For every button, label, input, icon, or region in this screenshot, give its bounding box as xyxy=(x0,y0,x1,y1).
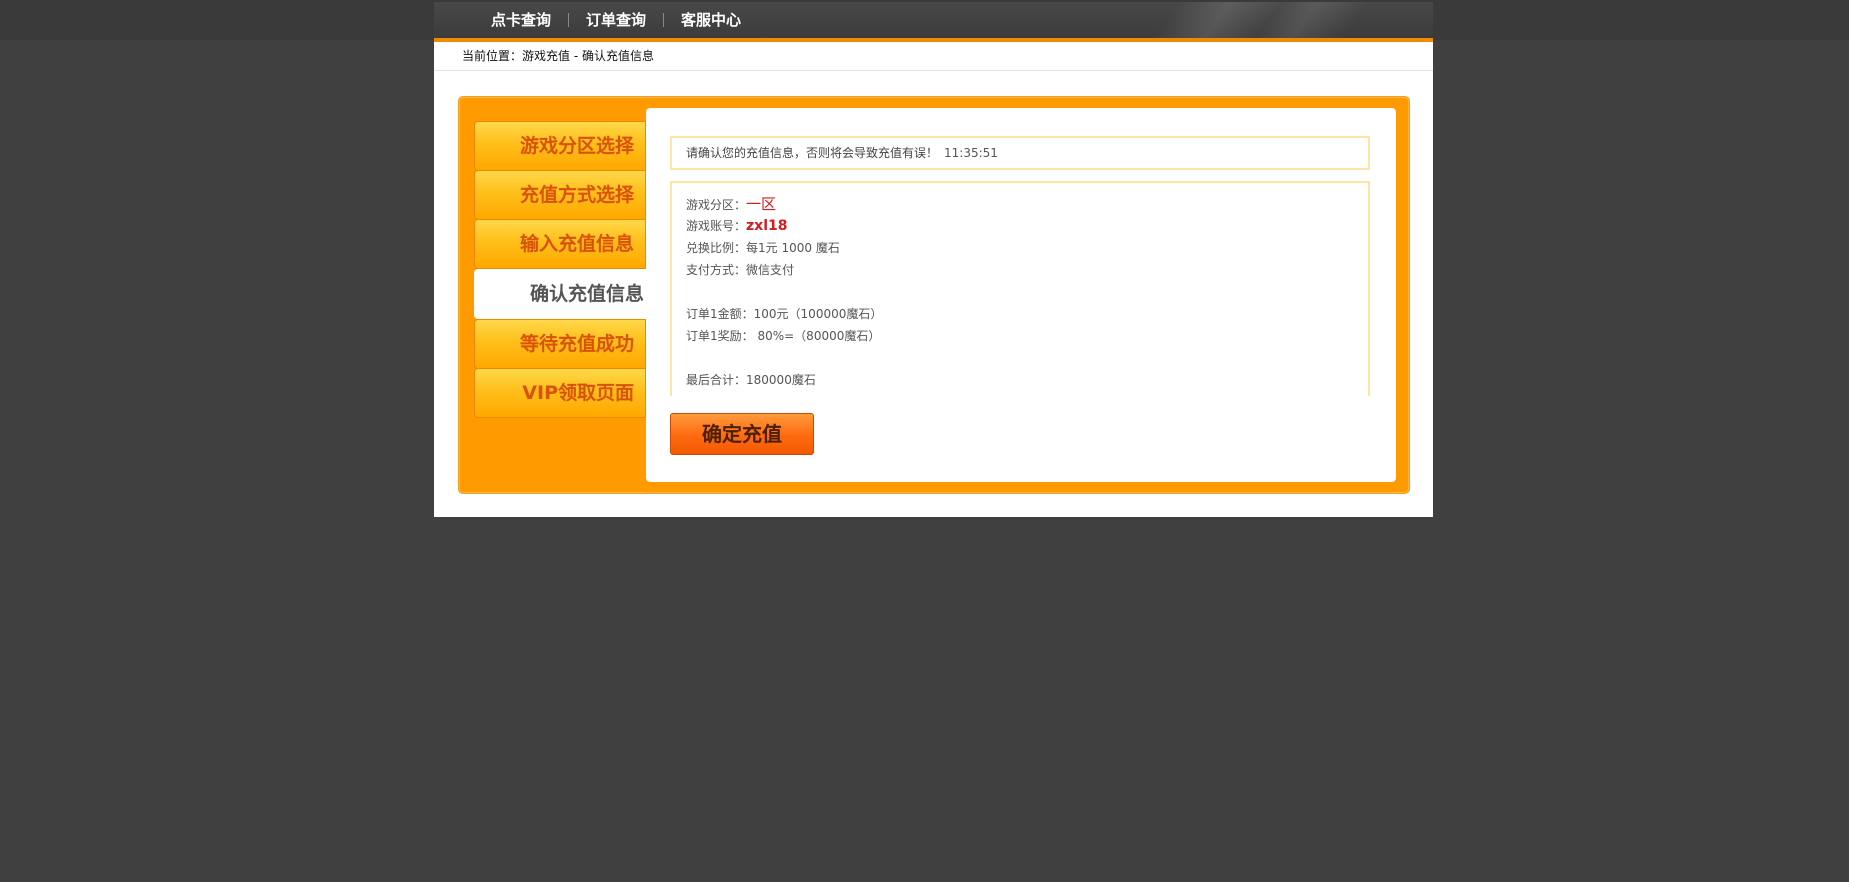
step-wait-success[interactable]: 等待充值成功 xyxy=(474,319,646,369)
step-zone-select[interactable]: 游戏分区选择 xyxy=(474,121,646,171)
info-row-zone: 游戏分区：一区 xyxy=(686,193,1368,215)
payment-value: 微信支付 xyxy=(746,263,795,277)
amount-value: 100元（100000魔石） xyxy=(753,307,883,321)
order-info-box: 游戏分区：一区 游戏账号：zxl18 兑换比例：每1元 1000 魔石 支付方式… xyxy=(670,181,1370,396)
content-frame: 当前位置：游戏充值 - 确认充值信息 游戏分区选择 充值方式选择 输入充值信息 … xyxy=(434,42,1433,517)
bonus-value: 80%=（80000魔石） xyxy=(753,329,881,343)
banner-shine-decoration xyxy=(1049,2,1417,38)
confirm-recharge-button[interactable]: 确定充值 xyxy=(670,413,814,455)
recharge-panel: 游戏分区选择 充值方式选择 输入充值信息 确认充值信息 等待充值成功 VIP领取… xyxy=(458,96,1410,494)
account-value: zxl18 xyxy=(746,218,788,234)
confirm-notice: 请确认您的充值信息，否则将会导致充值有误！ 11:35:51 xyxy=(670,136,1370,170)
notice-text: 请确认您的充值信息，否则将会导致充值有误！ xyxy=(686,146,939,160)
info-row-bonus: 订单1奖励： 80%=（80000魔石） xyxy=(686,325,1368,347)
info-row-payment: 支付方式：微信支付 xyxy=(686,259,1368,281)
zone-value: 一区 xyxy=(746,195,777,213)
nav-item-order-query[interactable]: 订单查询 xyxy=(569,8,663,32)
info-row-amount: 订单1金额：100元（100000魔石） xyxy=(686,303,1368,325)
amount-label: 订单1金额： xyxy=(686,307,754,321)
ratio-value: 每1元 1000 魔石 xyxy=(746,241,840,255)
info-row-ratio: 兑换比例：每1元 1000 魔石 xyxy=(686,237,1368,259)
step-confirm-info[interactable]: 确认充值信息 xyxy=(474,269,656,319)
step-vip-page[interactable]: VIP领取页面 xyxy=(474,368,646,418)
info-row-total: 最后合计：180000魔石 xyxy=(686,369,1368,391)
zone-label: 游戏分区： xyxy=(686,198,747,212)
nav-item-card-query[interactable]: 点卡查询 xyxy=(474,8,568,32)
breadcrumb-divider xyxy=(434,70,1433,71)
total-value: 180000魔石 xyxy=(746,373,816,387)
info-row-account: 游戏账号：zxl18 xyxy=(686,215,1368,237)
bonus-label: 订单1奖励： xyxy=(686,329,754,343)
total-label: 最后合计： xyxy=(686,373,747,387)
payment-label: 支付方式： xyxy=(686,263,747,277)
nav-item-customer-service[interactable]: 客服中心 xyxy=(664,8,758,32)
step-payment-method[interactable]: 充值方式选择 xyxy=(474,170,646,220)
ratio-label: 兑换比例： xyxy=(686,241,747,255)
step-input-info[interactable]: 输入充值信息 xyxy=(474,219,646,269)
account-label: 游戏账号： xyxy=(686,219,747,233)
notice-time: 11:35:51 xyxy=(944,146,998,160)
confirm-content-box: 请确认您的充值信息，否则将会导致充值有误！ 11:35:51 游戏分区：一区 游戏… xyxy=(646,108,1396,482)
breadcrumb: 当前位置：游戏充值 - 确认充值信息 xyxy=(462,49,654,63)
top-nav: 点卡查询 订单查询 客服中心 xyxy=(474,8,758,32)
